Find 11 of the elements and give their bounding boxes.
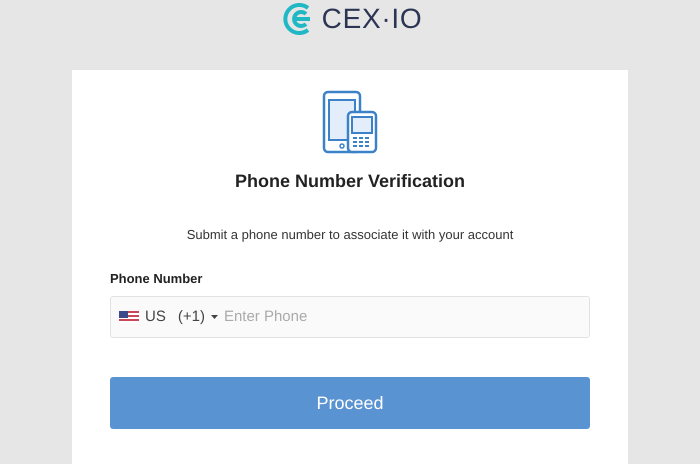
phone-field[interactable]: US (+1) Enter Phone (110, 296, 590, 338)
phones-icon (322, 90, 378, 154)
caret-icon (210, 315, 218, 319)
phone-input[interactable]: Enter Phone (224, 306, 581, 328)
flag-icon (119, 311, 139, 323)
card-subtitle: Submit a phone number to associate it with your account (186, 226, 514, 244)
logo-text: CEX·IO (322, 5, 422, 33)
field-label: Phone Number (110, 270, 204, 288)
country-code[interactable]: US (145, 306, 166, 328)
card-title: Phone Number Verification (234, 170, 466, 193)
dial-code: (+1) (178, 306, 205, 327)
